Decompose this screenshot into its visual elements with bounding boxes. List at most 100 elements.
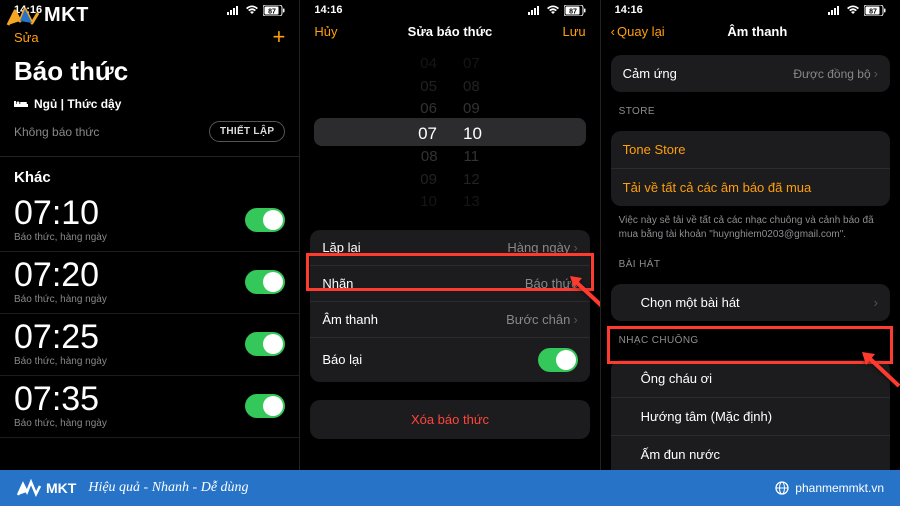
sound-row[interactable]: Âm thanh Bước chân› (310, 302, 589, 338)
signal-icon (828, 5, 842, 15)
banner-site-text: phanmemmkt.vn (795, 481, 884, 495)
edit-title: Sửa báo thức (408, 24, 493, 39)
alarm-time: 07:25 (14, 320, 107, 354)
no-alarm-text: Không báo thức (14, 125, 99, 139)
banner-logo-icon (16, 479, 42, 497)
store-header: STORE (601, 92, 900, 121)
tone-store-row[interactable]: Tone Store (611, 131, 890, 169)
alarm-row[interactable]: 07:35 Báo thức, hàng ngày (0, 376, 299, 438)
alarm-sub: Báo thức, hàng ngày (14, 232, 107, 243)
status-bar: 14:16 87 (300, 0, 599, 18)
time-picker[interactable]: 0407 0508 0609 0710 0811 0912 1013 (300, 45, 599, 220)
alarm-toggle[interactable] (245, 270, 285, 294)
snooze-row: Báo lại (310, 338, 589, 382)
setup-button[interactable]: THIẾT LẬP (209, 121, 285, 142)
brand-logo-icon (6, 5, 40, 27)
banner-logo: MKT (16, 479, 76, 497)
alarm-toggle[interactable] (245, 208, 285, 232)
globe-icon (775, 481, 789, 495)
repeat-row[interactable]: Lặp lại Hàng ngày› (310, 230, 589, 266)
alarm-row[interactable]: 07:20 Báo thức, hàng ngày (0, 252, 299, 314)
download-all-row[interactable]: Tải về tất cả các âm báo đã mua (611, 169, 890, 206)
alarm-settings: Lặp lại Hàng ngày› Nhãn Báo thức Âm than… (310, 230, 589, 382)
ringtone-row[interactable]: Ông cháu ơi (611, 360, 890, 398)
alarm-time: 07:20 (14, 258, 107, 292)
snooze-label: Báo lại (322, 352, 362, 367)
alarm-sub: Báo thức, hàng ngày (14, 356, 107, 367)
sound-label: Âm thanh (322, 312, 378, 327)
save-button[interactable]: Lưu (562, 24, 585, 39)
other-section-label: Khác (0, 157, 299, 190)
pick-song-row[interactable]: Chọn một bài hát › (611, 284, 890, 321)
chevron-right-icon: › (874, 66, 878, 81)
add-alarm-button[interactable]: + (272, 24, 285, 50)
songs-card: Chọn một bài hát › (611, 284, 890, 321)
cancel-button[interactable]: Hủy (314, 24, 337, 39)
banner-site[interactable]: phanmemmkt.vn (775, 481, 884, 495)
status-right: 87 (227, 5, 285, 16)
vibration-card: Cảm ứng Được đồng bộ › (611, 55, 890, 92)
sleep-wake-header: Ngủ | Thức dậy (0, 97, 299, 117)
sound-value: Bước chân (506, 312, 570, 327)
battery-icon: 87 (864, 5, 886, 16)
status-time: 14:16 (615, 4, 643, 16)
banner-logo-text: MKT (46, 480, 76, 496)
annotation-arrow (859, 350, 900, 388)
vibration-label: Cảm ứng (623, 66, 677, 81)
pick-song-label: Chọn một bài hát (623, 295, 740, 310)
chevron-left-icon: ‹ (611, 24, 615, 39)
repeat-value: Hàng ngày (507, 240, 570, 255)
vibration-value: Được đồng bộ (793, 67, 870, 81)
footer-banner: MKT Hiệu quả - Nhanh - Dễ dùng phanmemmk… (0, 470, 900, 506)
status-bar: 14:16 87 (601, 0, 900, 18)
alarm-sub: Báo thức, hàng ngày (14, 294, 107, 305)
banner-slogan: Hiệu quả - Nhanh - Dễ dùng (88, 480, 248, 496)
ringtones-card: Ông cháu ơi Hướng tâm (Mặc định) Ấm đun … (611, 360, 890, 470)
alarm-time: 07:10 (14, 196, 107, 230)
songs-header: BÀI HÁT (601, 245, 900, 274)
status-right: 87 (828, 5, 886, 16)
sound-title: Âm thanh (625, 24, 890, 39)
battery-icon: 87 (263, 5, 285, 16)
sleep-wake-label: Ngủ | Thức dậy (34, 97, 121, 111)
vibration-row[interactable]: Cảm ứng Được đồng bộ › (611, 55, 890, 92)
brand-overlay: MKT (6, 4, 89, 27)
svg-text:87: 87 (869, 8, 877, 15)
svg-text:87: 87 (268, 8, 276, 15)
signal-icon (528, 5, 542, 15)
status-right: 87 (528, 5, 586, 16)
battery-icon: 87 (564, 5, 586, 16)
alarm-toggle[interactable] (245, 394, 285, 418)
wifi-icon (846, 5, 860, 15)
ringtone-row[interactable]: Hướng tâm (Mặc định) (611, 398, 890, 436)
alarm-row[interactable]: 07:10 Báo thức, hàng ngày (0, 190, 299, 252)
store-card: Tone Store Tải về tất cả các âm báo đã m… (611, 131, 890, 206)
edit-nav: Hủy Sửa báo thức Lưu (300, 18, 599, 45)
label-label: Nhãn (322, 276, 353, 291)
brand-name: MKT (44, 4, 89, 27)
delete-alarm-button[interactable]: Xóa báo thức (310, 400, 589, 439)
chevron-right-icon: › (874, 295, 878, 310)
chevron-right-icon: › (573, 240, 577, 255)
wifi-icon (546, 5, 560, 15)
alarm-sub: Báo thức, hàng ngày (14, 418, 107, 429)
store-hint: Việc này sẽ tải về tất cả các nhạc chuôn… (601, 206, 900, 245)
chevron-right-icon: › (573, 312, 577, 327)
alarm-toggle[interactable] (245, 332, 285, 356)
sound-nav: ‹Quay lại Âm thanh (601, 18, 900, 45)
alarm-row[interactable]: 07:25 Báo thức, hàng ngày (0, 314, 299, 376)
screen-alarms: 14:16 87 Sửa + Báo thức Ngủ | Thức dậy K… (0, 0, 300, 470)
repeat-label: Lặp lại (322, 240, 360, 255)
bed-icon (14, 99, 28, 109)
screen-sound: 14:16 87 ‹Quay lại Âm thanh Cảm ứng Được… (601, 0, 900, 470)
snooze-toggle[interactable] (538, 348, 578, 372)
screen-edit-alarm: 14:16 87 Hủy Sửa báo thức Lưu 0407 0508 … (300, 0, 600, 470)
annotation-arrow (568, 274, 600, 310)
label-row[interactable]: Nhãn Báo thức (310, 266, 589, 302)
edit-button[interactable]: Sửa (14, 30, 39, 45)
ringtones-header: NHẠC CHUÔNG (601, 321, 900, 350)
ringtone-row[interactable]: Ấm đun nước (611, 436, 890, 470)
signal-icon (227, 5, 241, 15)
wifi-icon (245, 5, 259, 15)
alarm-time: 07:35 (14, 382, 107, 416)
